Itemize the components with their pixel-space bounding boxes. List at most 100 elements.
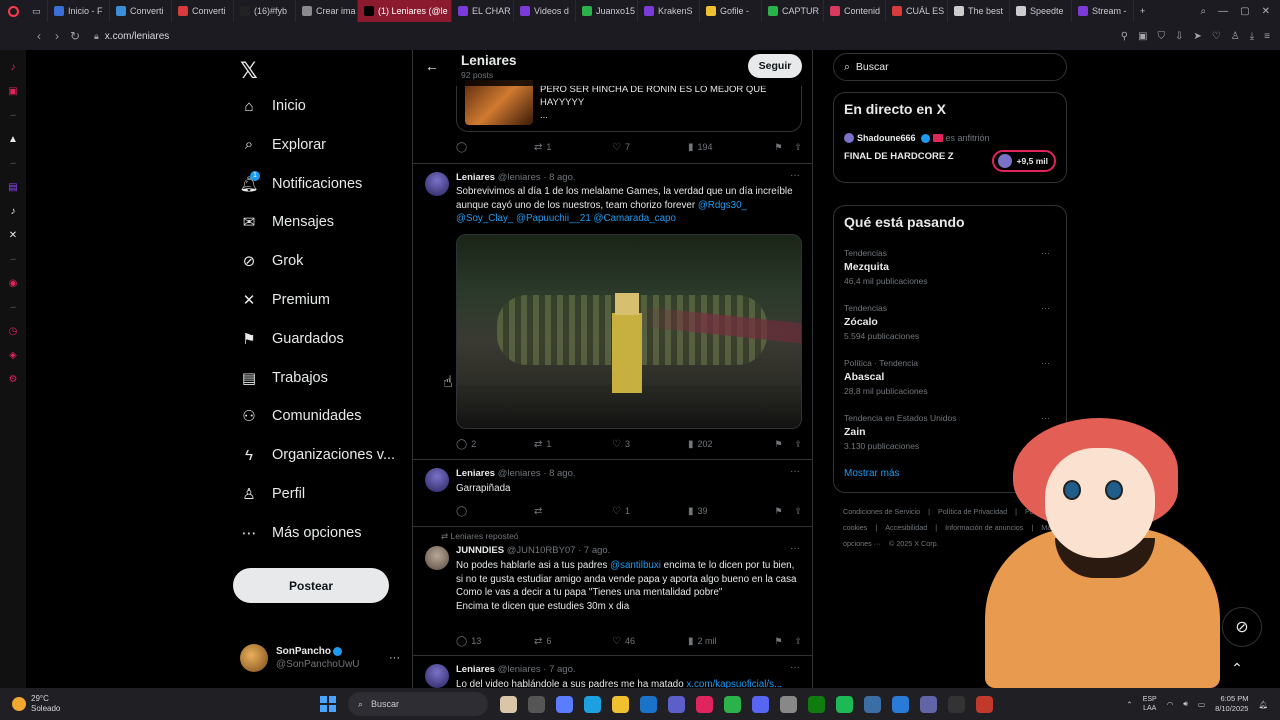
views-button[interactable]: ▮ 2 mil <box>688 636 770 647</box>
reply-button[interactable]: ◯ 2 <box>456 439 534 450</box>
volume-icon[interactable]: 🔊︎ <box>1183 699 1188 709</box>
browser-tab[interactable]: Crear ima <box>296 0 358 22</box>
snapshot-icon[interactable]: ▣ <box>1138 31 1147 42</box>
nav-bookmarks[interactable]: ⚑ Guardados <box>240 330 343 348</box>
browser-tab[interactable]: Contenid <box>824 0 886 22</box>
more-icon[interactable]: ··· <box>790 543 800 554</box>
timestamp[interactable]: · 8 ago. <box>543 172 575 183</box>
clock[interactable]: 6:05 PM 8/10/2025 <box>1215 694 1248 714</box>
scroll-up-icon[interactable]: ⌃ <box>1225 660 1249 680</box>
forward-icon[interactable]: › <box>48 29 66 43</box>
shield-icon[interactable]: ⛉ <box>1158 31 1166 42</box>
nav-premium[interactable]: ✕ Premium <box>240 291 330 309</box>
outlook-icon[interactable] <box>640 695 657 713</box>
share-icon[interactable]: ⇪ <box>794 439 802 450</box>
music-icon[interactable]: ♪ <box>6 60 20 74</box>
browser-tab[interactable]: The best <box>948 0 1010 22</box>
share-icon[interactable]: ⇪ <box>794 142 802 153</box>
trend-item[interactable]: Política · Tendencia Abascal 28,8 mil publ… <box>844 358 1058 396</box>
like-button[interactable]: ♡ 7 <box>612 142 688 153</box>
taskbar-search[interactable]: ⌕ Buscar <box>348 692 488 716</box>
nav-notifications[interactable]: 🔔︎ 1 Notificaciones <box>239 170 362 193</box>
file-explorer-icon[interactable] <box>612 695 629 713</box>
edge-icon[interactable] <box>584 695 601 713</box>
new-tab-button[interactable]: + <box>1134 0 1154 22</box>
tiktok-icon[interactable]: ♪ <box>6 204 20 218</box>
xbox-icon[interactable] <box>808 695 825 713</box>
nav-more[interactable]: ⋯ Más opciones <box>240 524 362 542</box>
browser-tab[interactable]: KrakenS <box>638 0 700 22</box>
timestamp[interactable]: · 8 ago. <box>543 468 575 479</box>
language-indicator[interactable]: ESP LAA <box>1143 695 1157 713</box>
nav-messages[interactable]: ✉ Mensajes <box>240 213 334 231</box>
windows-start-icon[interactable] <box>320 696 336 712</box>
live-stream-title[interactable]: FINAL DE HARDCORE Z <box>844 151 954 162</box>
views-button[interactable]: ▮ 39 <box>688 506 770 517</box>
avatar[interactable] <box>425 546 449 570</box>
app-icon[interactable] <box>976 695 993 713</box>
copilot-icon[interactable] <box>556 695 573 713</box>
author-name[interactable]: Leniares <box>456 468 495 479</box>
reply-button[interactable]: ◯ <box>456 506 534 517</box>
share-icon[interactable]: ⇪ <box>794 636 802 647</box>
search-input[interactable] <box>855 61 1046 73</box>
browser-tab[interactable]: Speedte <box>1010 0 1072 22</box>
bookmark-icon[interactable]: ⚑ <box>774 142 782 153</box>
author-handle[interactable]: @leniares <box>498 468 541 479</box>
nav-explore[interactable]: ⌕ Explorar <box>240 136 326 154</box>
pin-icon[interactable]: ⚲ <box>1121 31 1128 42</box>
reload-icon[interactable]: ↻ <box>66 29 84 43</box>
views-button[interactable]: ▮ 194 <box>688 142 770 153</box>
browser-tab[interactable]: (16)#fyb <box>234 0 296 22</box>
reply-button[interactable]: ◯ 13 <box>456 636 534 647</box>
download-icon[interactable]: ⇩ <box>1175 31 1183 42</box>
avatar[interactable] <box>425 664 449 688</box>
repost-indicator[interactable]: ⇄ Leniares reposteó <box>441 531 519 542</box>
browser-tab[interactable]: Juanxo15 <box>576 0 638 22</box>
capture-icon[interactable] <box>892 695 909 713</box>
share-icon[interactable]: ⇪ <box>794 506 802 517</box>
opera-logo-icon[interactable] <box>0 0 26 22</box>
workspaces-icon[interactable]: ▭ <box>26 0 48 22</box>
quoted-post[interactable]: PERO SER HINCHA DE RONIN ES LO MEJOR QUE… <box>456 80 802 132</box>
footer-link[interactable]: Accesibilidad <box>885 523 927 532</box>
reply-button[interactable]: ◯ <box>456 142 534 153</box>
timestamp[interactable]: · 7 ago. <box>578 545 610 556</box>
like-button[interactable]: ♡ 46 <box>612 636 688 647</box>
battery-icon[interactable]: ▭ <box>1198 700 1205 709</box>
author-name[interactable]: Leniares <box>456 172 495 183</box>
tweet-link[interactable]: x.com/kapsuoficial/s... <box>686 679 782 688</box>
repost-label[interactable]: Leniares reposteó <box>450 531 518 541</box>
browser-tab[interactable]: (1) Leniares (@le <box>358 0 452 22</box>
more-icon[interactable]: ··· <box>790 662 800 673</box>
nav-home[interactable]: ⌂ Inicio <box>240 97 305 115</box>
wifi-icon[interactable]: ◠ <box>1167 700 1174 709</box>
nav-profile[interactable]: ♙ Perfil <box>240 485 305 503</box>
repost-button[interactable]: ⇄ <box>534 506 612 517</box>
repost-button[interactable]: ⇄ 1 <box>534 439 612 450</box>
show-more-link[interactable]: Mostrar más <box>844 468 900 479</box>
browser-tab[interactable]: Converti <box>110 0 172 22</box>
author-name[interactable]: JUNNDIES <box>456 545 504 556</box>
share-icon[interactable]: ➤ <box>1193 31 1201 42</box>
grok-floating-icon[interactable]: ⊘ <box>1222 607 1262 647</box>
more-icon[interactable]: ··· <box>389 652 400 664</box>
monitor-icon[interactable] <box>920 695 937 713</box>
photos-icon[interactable] <box>864 695 881 713</box>
browser-tab[interactable]: Gofile - <box>700 0 762 22</box>
bookmark-icon[interactable]: ⚑ <box>774 439 782 450</box>
x-logo-icon[interactable]: 𝕏 <box>240 58 258 84</box>
author-handle[interactable]: @JUN10RBY07 <box>507 545 576 556</box>
browser-tab[interactable]: CAPTUR <box>762 0 824 22</box>
more-icon[interactable]: ··· <box>1041 248 1050 258</box>
views-button[interactable]: ▮ 202 <box>688 439 770 450</box>
whatsapp-icon[interactable] <box>724 695 741 713</box>
opera-icon[interactable] <box>696 695 713 713</box>
avatar[interactable] <box>425 172 449 196</box>
tray-arrow-icon[interactable]: ⌃ <box>1126 700 1132 709</box>
back-icon[interactable]: ‹ <box>30 29 48 43</box>
search-box[interactable]: ⌕ <box>833 53 1067 81</box>
follow-button[interactable]: Seguir <box>748 54 802 78</box>
like-button[interactable]: ♡ 1 <box>612 506 688 517</box>
notification-bell-icon[interactable]: 🔔︎ <box>1258 700 1268 709</box>
